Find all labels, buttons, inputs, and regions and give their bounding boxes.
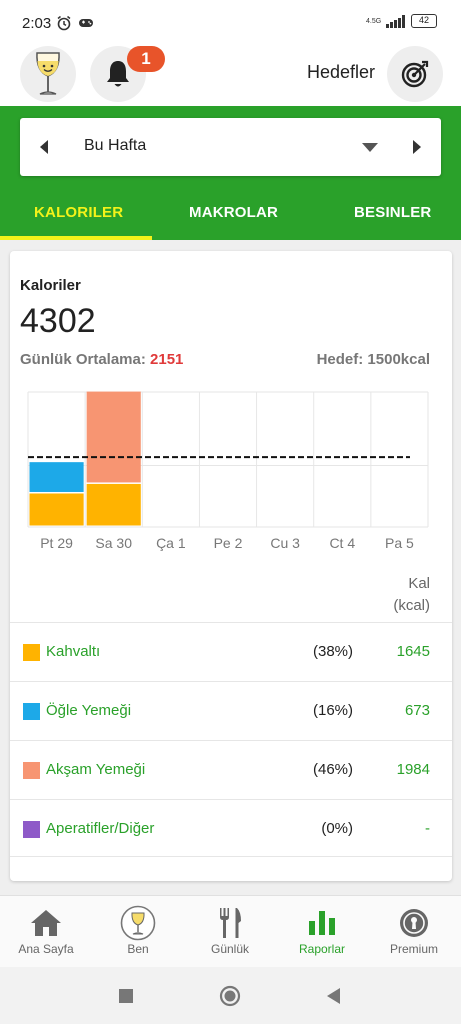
daily-average: Günlük Ortalama: 2151	[20, 351, 183, 368]
alarm-icon	[57, 15, 71, 31]
tab-calories[interactable]: KALORILER	[34, 204, 123, 221]
table-divider	[10, 856, 452, 857]
meal-name: Kahvaltı	[46, 643, 101, 660]
week-selector[interactable]: Bu Hafta	[20, 118, 441, 176]
chart-bar-segment	[29, 493, 84, 526]
nav-diary[interactable]: Günlük	[184, 896, 276, 968]
system-navigation-bar	[0, 967, 461, 1024]
wine-glass-avatar-icon	[36, 52, 60, 95]
chart-x-tick-label: Ct 4	[329, 535, 355, 551]
chart-bar-segment	[29, 462, 84, 492]
kcal-column-header: Kal (kcal)	[393, 573, 430, 617]
chart-x-tick-label: Ça 1	[156, 535, 186, 551]
chevron-left-icon[interactable]	[34, 137, 54, 157]
profile-avatar-button[interactable]	[20, 46, 76, 102]
lunch-color-swatch	[23, 703, 40, 720]
nav-label: Günlük	[210, 942, 250, 956]
status-time: 2:03	[22, 15, 52, 32]
meal-name: Öğle Yemeği	[46, 702, 132, 719]
nav-label: Raporlar	[298, 942, 346, 956]
status-notification-icons	[56, 15, 94, 31]
meal-row-dinner[interactable]: Akşam Yemeği (46%) 1984	[10, 740, 452, 799]
target-icon	[401, 60, 429, 88]
calories-chart: Pt 29 Sa 30 Ça 1 Pe 2 Cu 3 Ct 4 Pa 5	[27, 391, 429, 551]
meal-percent: (0%)	[321, 820, 353, 837]
gamepad-icon	[79, 19, 93, 27]
dropdown-arrow-icon[interactable]	[361, 140, 379, 154]
meal-kcal: -	[425, 820, 430, 837]
week-label[interactable]: Bu Hafta	[84, 137, 146, 155]
dinner-color-swatch	[23, 762, 40, 779]
meal-kcal: 673	[404, 702, 430, 719]
fork-knife-icon	[212, 906, 248, 940]
report-header: Bu Hafta KALORILER MAKROLAR BESINLER	[0, 106, 461, 240]
chart-bar-segment	[86, 391, 141, 483]
signal-icon	[386, 14, 405, 28]
meal-percent: (38%)	[312, 643, 353, 660]
card-title: Kaloriler	[20, 277, 81, 294]
home-circle-icon[interactable]	[219, 985, 241, 1007]
tab-foods[interactable]: BESINLER	[354, 204, 431, 221]
meal-name: Akşam Yemeği	[46, 761, 146, 778]
chart-x-tick-label: Cu 3	[270, 535, 300, 551]
meal-kcal: 1984	[396, 761, 430, 778]
meal-percent: (16%)	[312, 702, 353, 719]
meal-row-lunch[interactable]: Öğle Yemeği (16%) 673	[10, 681, 452, 740]
goal-text: Hedef: 1500kcal	[316, 351, 430, 368]
status-bar: 2:03 4.5G 42	[0, 0, 461, 46]
recents-icon[interactable]	[115, 985, 137, 1007]
meal-kcal: 1645	[396, 643, 430, 660]
premium-icon	[396, 906, 432, 940]
meal-row-breakfast[interactable]: Kahvaltı (38%) 1645	[10, 622, 452, 681]
chart-x-tick-label: Pt 29	[40, 535, 73, 551]
goals-label[interactable]: Hedefler	[307, 62, 375, 83]
nav-home[interactable]: Ana Sayfa	[0, 896, 92, 968]
notification-count-badge: 1	[127, 46, 165, 72]
profile-icon	[120, 905, 156, 941]
snacks-color-swatch	[23, 821, 40, 838]
breakfast-color-swatch	[23, 644, 40, 661]
bottom-navigation: Ana Sayfa Ben Günlük Raporlar Premium	[0, 895, 461, 967]
back-icon[interactable]	[322, 985, 344, 1007]
daily-average-label: Günlük Ortalama:	[20, 351, 146, 368]
top-header: 1 Hedefler	[0, 46, 461, 106]
total-calories: 4302	[20, 302, 96, 340]
kcal-header-line1: Kal	[408, 575, 430, 592]
chart-x-tick-label: Sa 30	[95, 535, 132, 551]
battery-icon: 42	[411, 14, 437, 28]
nav-label: Ben	[127, 942, 149, 956]
meal-percent: (46%)	[312, 761, 353, 778]
meal-name: Aperatifler/Diğer	[46, 820, 155, 837]
nav-profile[interactable]: Ben	[92, 896, 184, 968]
daily-average-value: 2151	[150, 351, 184, 368]
home-icon	[28, 906, 64, 940]
status-system-icons: 4.5G 42	[366, 14, 437, 28]
tab-active-indicator	[0, 236, 152, 240]
nav-reports[interactable]: Raporlar	[276, 896, 368, 968]
calories-card: Kaloriler 4302 Günlük Ortalama: 2151 Hed…	[10, 251, 452, 881]
meal-row-snacks[interactable]: Aperatifler/Diğer (0%) -	[10, 799, 452, 858]
chart-bar-segment	[86, 483, 141, 526]
nav-label: Premium	[389, 942, 438, 956]
bar-chart-icon	[304, 906, 340, 940]
goals-button[interactable]	[387, 46, 443, 102]
network-type: 4.5G	[366, 17, 382, 25]
kcal-header-line2: (kcal)	[393, 597, 430, 614]
chart-x-tick-label: Pa 5	[385, 535, 414, 551]
tab-macros[interactable]: MAKROLAR	[189, 204, 278, 221]
nav-label: Ana Sayfa	[18, 942, 74, 956]
report-tabs: KALORILER MAKROLAR BESINLER	[0, 196, 461, 240]
chart-x-tick-label: Pe 2	[214, 535, 243, 551]
nav-premium[interactable]: Premium	[368, 896, 460, 968]
chevron-right-icon[interactable]	[407, 137, 427, 157]
